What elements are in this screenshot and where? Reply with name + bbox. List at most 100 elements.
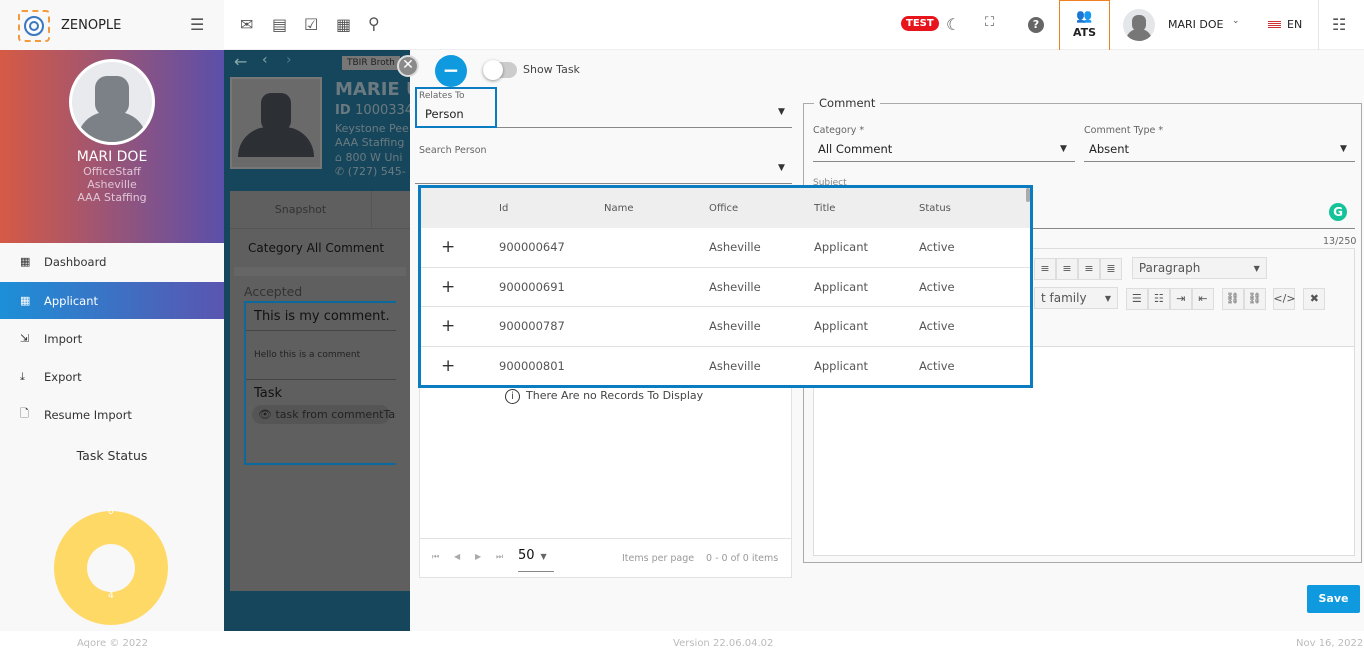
profile-office: Asheville	[87, 178, 137, 191]
sidebar-item-label: Export	[44, 369, 82, 384]
prev-icon: ‹	[262, 52, 268, 68]
table-cell: Active	[919, 279, 955, 294]
indent-icon[interactable]: ⇥	[1169, 287, 1192, 310]
id-value: 10003349	[355, 103, 410, 118]
comment-type-select[interactable]: Comment Type * Absent ▼	[1084, 124, 1355, 162]
sidebar-item-import[interactable]: ⇲ Import	[0, 320, 224, 357]
task-chip-text: task from commentTask	[275, 408, 396, 421]
clear-format-icon[interactable]: ✖	[1303, 287, 1326, 310]
sidebar-item-resume-import[interactable]: 🗋 Resume Import	[0, 396, 224, 433]
numbered-list-icon[interactable]: ☷	[1147, 287, 1170, 310]
relates-to-label: Relates To	[419, 91, 465, 101]
chevron-down-icon[interactable]: ⌄	[1232, 16, 1240, 26]
fullscreen-icon[interactable]: ⛶	[985, 15, 994, 30]
dropdown-arrow-icon: ▼	[1104, 293, 1111, 303]
import-icon: ⇲	[20, 332, 30, 345]
table-row[interactable]: +900000787 Asheville Applicant Active	[421, 307, 1030, 347]
table-cell: Applicant	[814, 319, 869, 334]
last-page-icon[interactable]: ⏭	[496, 552, 503, 562]
grammarly-icon[interactable]: G	[1329, 203, 1347, 221]
category-select[interactable]: Category * All Comment ▼	[813, 124, 1075, 162]
save-button[interactable]: Save	[1307, 585, 1360, 613]
applicant-id: ID 10003349	[335, 103, 410, 118]
link-icon[interactable]: ⛓	[1221, 287, 1244, 310]
version: Version 22.06.04.02	[673, 638, 774, 649]
address: ⌂ 800 W Uni	[335, 151, 403, 164]
sidebar-item-export[interactable]: ⤓ Export	[0, 358, 224, 395]
prev-page-icon[interactable]: ◀	[454, 552, 460, 561]
table-cell: Asheville	[709, 240, 761, 255]
scrollbar[interactable]	[1026, 188, 1030, 202]
add-icon[interactable]: +	[441, 316, 455, 336]
sidebar-item-dashboard[interactable]: ▦ Dashboard	[0, 243, 224, 280]
next-page-icon[interactable]: ▶	[475, 552, 481, 561]
align-right-icon[interactable]: ≡	[1078, 257, 1100, 280]
task-status-title: Task Status	[76, 448, 148, 463]
table-row[interactable]: +900000691 Asheville Applicant Active	[421, 268, 1030, 307]
collapse-button[interactable]: −	[435, 55, 467, 87]
pager-summary: 0 - 0 of 0 items	[706, 553, 779, 564]
ats-module-button[interactable]: 👥 ATS	[1059, 0, 1110, 51]
users-icon: 👥	[1076, 9, 1093, 24]
profile-company: AAA Staffing	[77, 191, 147, 204]
brand-name: ZENOPLE	[61, 18, 122, 33]
font-family-select[interactable]: t family ▼	[1034, 287, 1118, 309]
mail-icon[interactable]: ✉	[240, 15, 253, 34]
pager: ⏮ ◀ ▶ ⏭ 50 ▼ Items per page 0 - 0 of 0 it…	[419, 538, 792, 578]
relates-to-select[interactable]: Relates To Person ▼	[415, 87, 792, 128]
comment-type-value: Absent	[1089, 142, 1130, 156]
code-icon[interactable]: </>	[1273, 287, 1296, 310]
task-status-donut	[54, 511, 168, 625]
donut-label: 4	[108, 591, 114, 601]
add-icon[interactable]: +	[441, 356, 455, 376]
task-check-icon[interactable]: ☑	[304, 15, 318, 34]
table-row[interactable]: +900000801 Asheville Applicant Active	[421, 347, 1030, 386]
user-menu[interactable]: MARI DOE	[1168, 18, 1223, 31]
profile-name: MARI DOE	[76, 149, 148, 165]
table-header: Id Name Office Title Status	[421, 188, 1030, 228]
table-row[interactable]: +900000647 Asheville Applicant Active	[421, 228, 1030, 268]
justify-icon[interactable]: ≣	[1100, 257, 1122, 280]
table-cell: Active	[919, 240, 955, 255]
bullet-list-icon[interactable]: ☰	[1125, 287, 1148, 310]
search-person-select[interactable]: Search Person ▼	[415, 143, 792, 184]
grid-icon: ▦	[20, 294, 31, 307]
outdent-icon[interactable]: ⇤	[1191, 287, 1214, 310]
add-icon[interactable]: +	[441, 237, 455, 257]
align-left-icon[interactable]: ≡	[1034, 257, 1056, 280]
language-selector[interactable]: EN	[1287, 18, 1302, 31]
table-cell: Active	[919, 358, 955, 373]
show-task-toggle[interactable]	[483, 60, 517, 80]
search-person-label: Search Person	[419, 145, 487, 156]
table-cell: 900000801	[499, 358, 565, 373]
module-label: ATS	[1072, 26, 1097, 39]
page-size-select[interactable]: 50 ▼	[518, 548, 554, 572]
first-page-icon[interactable]: ⏮	[432, 552, 439, 562]
chat-icon[interactable]: ▤	[272, 15, 287, 34]
logo-icon	[18, 10, 50, 42]
dashboard-icon: ▦	[20, 255, 31, 268]
unlink-icon[interactable]: ⛓	[1243, 287, 1266, 310]
task-title: Task	[254, 386, 283, 401]
paragraph-select[interactable]: Paragraph ▼	[1131, 257, 1267, 279]
user-avatar[interactable]	[1123, 9, 1155, 41]
hamburger-icon[interactable]: ☰	[190, 15, 204, 34]
calculator-icon[interactable]: ▦	[336, 15, 351, 34]
us-flag-icon	[1268, 21, 1281, 29]
dark-mode-moon-icon[interactable]: ☾	[946, 15, 960, 34]
category-value: All Comment	[818, 142, 893, 156]
comment-body: Hello this is a comment	[246, 331, 396, 380]
tab-snapshot: Snapshot	[230, 191, 372, 228]
sidebar-item-applicant[interactable]: ▦ Applicant	[0, 282, 224, 319]
person-search-dropdown: Id Name Office Title Status +900000647 As…	[418, 185, 1033, 388]
dropdown-arrow-icon: ▼	[778, 107, 785, 117]
add-icon[interactable]: +	[441, 277, 455, 297]
search-icon[interactable]: ⚲	[368, 14, 380, 33]
align-center-icon[interactable]: ≡	[1056, 257, 1078, 280]
page-size-value: 50	[518, 548, 535, 563]
applicant-photo	[230, 77, 322, 169]
close-icon[interactable]: ✕	[397, 55, 419, 77]
list-menu-icon[interactable]: ☷	[1332, 15, 1346, 34]
help-icon[interactable]: ?	[1028, 17, 1044, 33]
sidebar: MARI DOE OfficeStaff Asheville AAA Staff…	[0, 50, 224, 631]
